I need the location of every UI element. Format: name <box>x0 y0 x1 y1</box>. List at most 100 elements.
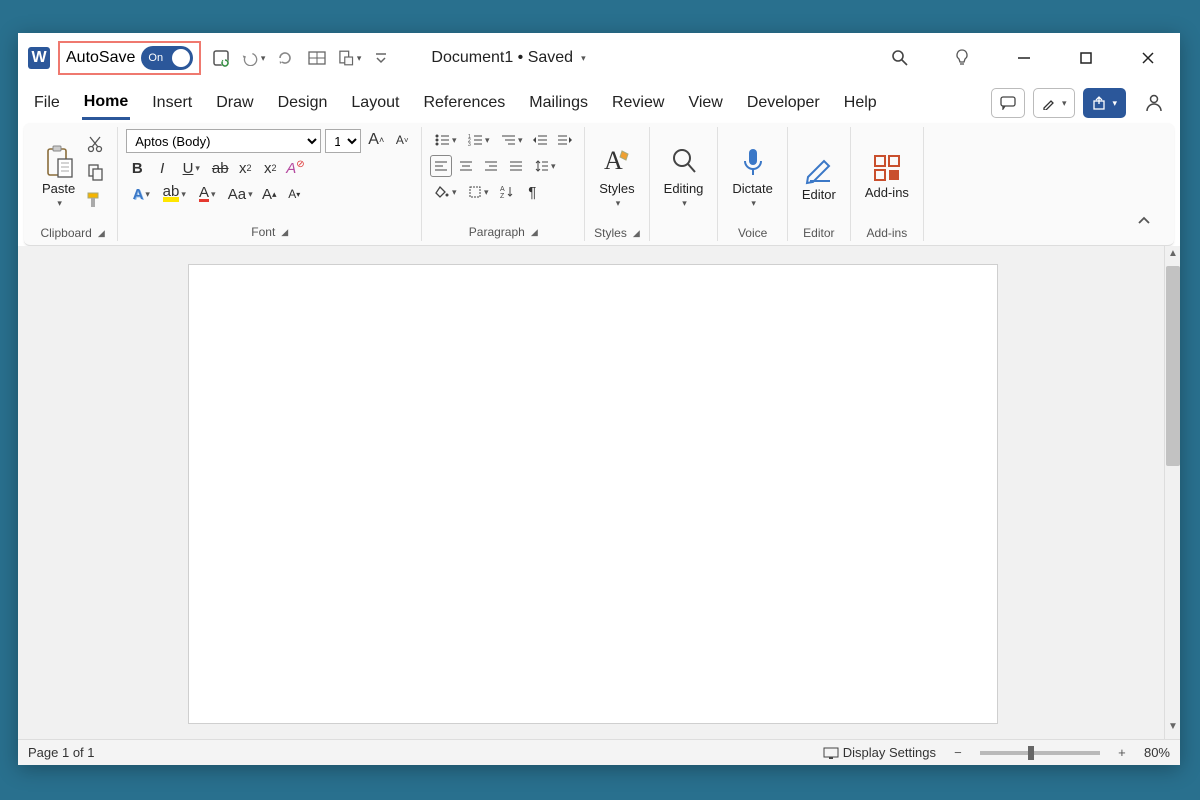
editing-mode-button[interactable]: ▾ <box>1033 88 1076 118</box>
tab-review[interactable]: Review <box>610 88 666 118</box>
editor-button[interactable]: Editor <box>796 129 842 224</box>
borders-button[interactable]: ▾ <box>463 181 493 203</box>
group-editing: Editing▾ <box>650 127 719 241</box>
decrease-indent-button[interactable] <box>529 129 551 151</box>
scroll-down-icon[interactable]: ▼ <box>1165 721 1180 737</box>
zoom-in-button[interactable]: + <box>1110 741 1134 765</box>
shading-button[interactable]: ▾ <box>430 181 460 203</box>
group-addins: Add-ins Add-ins <box>851 127 924 241</box>
table-icon[interactable] <box>305 46 329 70</box>
italic-button[interactable]: I <box>151 157 173 179</box>
scroll-up-icon[interactable]: ▲ <box>1165 248 1180 264</box>
shrink-font-alt-button[interactable]: A▾ <box>283 183 305 205</box>
comments-button[interactable] <box>991 88 1025 118</box>
document-page[interactable] <box>188 264 998 724</box>
page-indicator[interactable]: Page 1 of 1 <box>28 745 95 760</box>
tab-design[interactable]: Design <box>276 88 330 118</box>
paste-button[interactable]: Paste ▾ <box>36 129 81 224</box>
multilevel-list-button[interactable]: ▾ <box>496 129 526 151</box>
numbering-button[interactable]: 123▾ <box>463 129 493 151</box>
display-settings-button[interactable]: Display Settings <box>823 745 936 760</box>
tab-help[interactable]: Help <box>842 88 879 118</box>
shrink-font-button[interactable]: A˅ <box>391 129 413 151</box>
copy-icon[interactable] <box>83 161 107 183</box>
title-bar: W AutoSave On ▾ ▾ Document1 • Saved▾ <box>18 33 1180 83</box>
align-center-button[interactable] <box>455 155 477 177</box>
dialog-launcher-clipboard[interactable]: ◢ <box>98 228 105 239</box>
highlight-button[interactable]: ab▾ <box>159 183 189 205</box>
subscript-button[interactable]: x2 <box>234 157 256 179</box>
group-label-clipboard: Clipboard <box>40 226 91 240</box>
search-icon[interactable] <box>878 36 922 80</box>
maximize-button[interactable] <box>1064 36 1108 80</box>
status-bar: Page 1 of 1 Display Settings − + 80% <box>18 739 1180 765</box>
font-name-select[interactable]: Aptos (Body) <box>126 129 321 153</box>
tab-home[interactable]: Home <box>82 87 130 120</box>
dialog-launcher-font[interactable]: ◢ <box>281 227 288 238</box>
tab-draw[interactable]: Draw <box>214 88 255 118</box>
tab-view[interactable]: View <box>686 88 724 118</box>
lightbulb-icon[interactable] <box>940 36 984 80</box>
app-window: W AutoSave On ▾ ▾ Document1 • Saved▾ Fil… <box>18 33 1180 765</box>
sort-button[interactable]: AZ <box>496 181 518 203</box>
tabs-right: ▾ ▾ <box>991 88 1166 118</box>
autosave-toggle[interactable]: On <box>141 46 193 70</box>
autosave-state: On <box>144 52 163 64</box>
zoom-slider-thumb[interactable] <box>1028 746 1034 760</box>
svg-text:A: A <box>500 186 505 193</box>
document-canvas[interactable]: ▲ ▼ <box>18 246 1180 739</box>
tab-references[interactable]: References <box>421 88 507 118</box>
tab-developer[interactable]: Developer <box>745 88 822 118</box>
tab-mailings[interactable]: Mailings <box>527 88 590 118</box>
scrollbar-thumb[interactable] <box>1166 266 1180 466</box>
line-spacing-button[interactable]: ▾ <box>530 155 560 177</box>
save-icon[interactable] <box>209 46 233 70</box>
editing-button[interactable]: Editing▾ <box>658 129 710 224</box>
grow-font-button[interactable]: A˄ <box>365 129 387 151</box>
account-icon[interactable] <box>1142 91 1166 115</box>
format-painter-icon[interactable] <box>83 189 107 211</box>
grow-font-alt-button[interactable]: A▴ <box>258 183 280 205</box>
svg-text:A: A <box>604 146 623 175</box>
font-size-select[interactable]: 11 <box>325 129 361 153</box>
zoom-slider[interactable] <box>980 751 1100 755</box>
paste-special-icon[interactable]: ▾ <box>337 46 361 70</box>
addins-button[interactable]: Add-ins <box>859 129 915 224</box>
font-color-button[interactable]: A▾ <box>192 183 222 205</box>
dialog-launcher-styles[interactable]: ◢ <box>633 228 640 239</box>
repeat-button[interactable] <box>273 46 297 70</box>
strikethrough-button[interactable]: ab <box>209 157 231 179</box>
text-effects-button[interactable]: A▾ <box>126 183 156 205</box>
word-logo-icon: W <box>28 47 50 69</box>
dialog-launcher-paragraph[interactable]: ◢ <box>531 227 538 238</box>
cut-icon[interactable] <box>83 133 107 155</box>
tab-insert[interactable]: Insert <box>150 88 194 118</box>
zoom-out-button[interactable]: − <box>946 741 970 765</box>
zoom-level[interactable]: 80% <box>1144 745 1170 760</box>
superscript-button[interactable]: x2 <box>259 157 281 179</box>
tab-file[interactable]: File <box>32 88 62 118</box>
collapse-ribbon-button[interactable] <box>1132 209 1156 233</box>
clear-formatting-button[interactable]: A⊘ <box>284 157 306 179</box>
justify-button[interactable] <box>505 155 527 177</box>
increase-indent-button[interactable] <box>554 129 576 151</box>
close-button[interactable] <box>1126 36 1170 80</box>
dictate-button[interactable]: Dictate▾ <box>726 129 778 224</box>
change-case-button[interactable]: Aa▾ <box>225 183 255 205</box>
group-label-paragraph: Paragraph <box>469 225 525 239</box>
group-font: Aptos (Body) 11 A˄ A˅ B I U▾ ab x2 x2 A⊘… <box>118 127 422 241</box>
customize-qat-button[interactable] <box>369 46 393 70</box>
align-left-button[interactable] <box>430 155 452 177</box>
undo-button[interactable]: ▾ <box>241 46 265 70</box>
document-title[interactable]: Document1 • Saved▾ <box>431 49 585 67</box>
vertical-scrollbar[interactable]: ▲ ▼ <box>1164 246 1180 739</box>
underline-button[interactable]: U▾ <box>176 157 206 179</box>
align-right-button[interactable] <box>480 155 502 177</box>
tab-layout[interactable]: Layout <box>349 88 401 118</box>
bullets-button[interactable]: ▾ <box>430 129 460 151</box>
minimize-button[interactable] <box>1002 36 1046 80</box>
share-button[interactable]: ▾ <box>1083 88 1126 118</box>
styles-button[interactable]: AStyles▾ <box>593 129 640 224</box>
bold-button[interactable]: B <box>126 157 148 179</box>
show-marks-button[interactable]: ¶ <box>521 181 543 203</box>
